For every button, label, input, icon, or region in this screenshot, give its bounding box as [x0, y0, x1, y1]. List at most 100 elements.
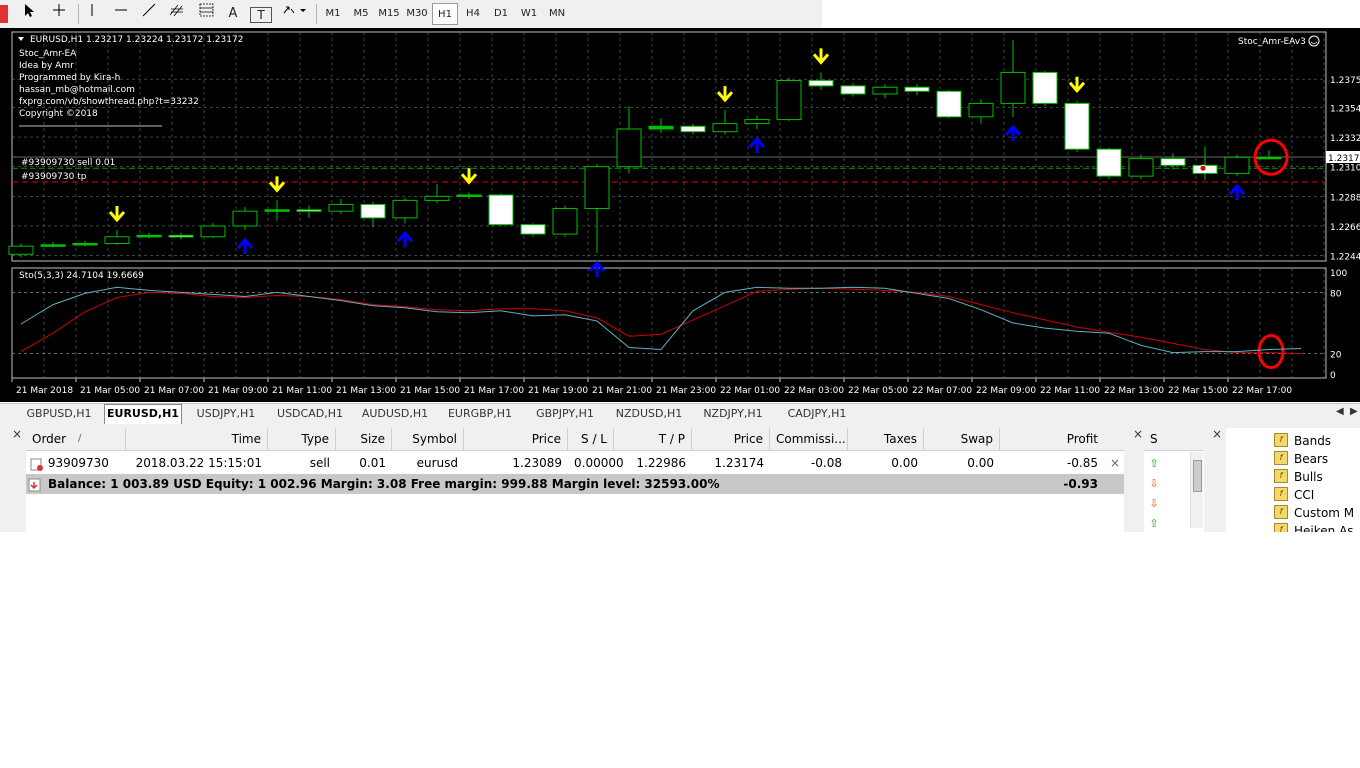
chart-tab-nzdusd-h1[interactable]: NZDUSD,H1	[610, 405, 688, 423]
symbol-header: EURUSD,H1 1.23217 1.23224 1.23172 1.2317…	[30, 35, 243, 45]
bullish-candle	[968, 102, 994, 118]
tp-cell[interactable]: 1.22986	[614, 453, 692, 473]
buy-signal-arrow-icon	[1004, 124, 1022, 141]
column-header-12[interactable]: Swap	[924, 428, 1000, 450]
sl-cell[interactable]: 0.00000	[568, 453, 624, 473]
bullish-candle	[8, 245, 34, 255]
bearish-candle	[1160, 158, 1186, 166]
cursor-tool-button[interactable]	[18, 3, 40, 25]
column-header-13[interactable]: Profit	[1000, 428, 1124, 450]
timeframe-m5-button[interactable]: M5	[348, 3, 374, 25]
signals-scrollbar[interactable]	[1190, 452, 1203, 528]
size-cell: 0.01	[359, 456, 386, 470]
bearish-candle	[1032, 71, 1058, 104]
timeframe-w1-button[interactable]: W1	[516, 3, 542, 25]
column-header-0[interactable]: Order	[26, 428, 72, 450]
chart-window[interactable]: 1.23750 1.23540 1.23320 1.23100 1.22880 1.226…	[0, 28, 1360, 402]
equidistant-channel-tool-button[interactable]	[166, 3, 188, 25]
chart-tab-usdjpy-h1[interactable]: USDJPY,H1	[188, 405, 264, 423]
timeframe-m1-button[interactable]: M1	[320, 3, 346, 25]
buy-signal-arrow-icon	[236, 237, 254, 255]
time-axis-label: 21 Mar 09:00	[208, 386, 268, 396]
time-axis-label: 21 Mar 23:00	[656, 386, 716, 396]
fibonacci-tool-button[interactable]	[196, 3, 218, 25]
time-cell: 2018.03.22 15:15:01	[135, 456, 262, 470]
balance-row: Balance: 1 003.89 USD Equity: 1 002.96 M…	[26, 474, 1124, 494]
table-row[interactable]: 93909730 2018.03.22 15:15:01 sell 0.01 e…	[26, 453, 1124, 473]
bearish-candle	[488, 194, 514, 226]
price-axis-label: 1.23100	[1330, 164, 1360, 174]
bullish-candle	[616, 128, 642, 168]
time-axis-label: 21 Mar 11:00	[272, 386, 332, 396]
current-price-label: 1.23172	[1328, 154, 1360, 164]
column-header-1[interactable]: /	[72, 428, 126, 450]
column-header-5[interactable]: Symbol	[392, 428, 464, 450]
column-header-4[interactable]: Size	[336, 428, 392, 450]
bullish-candle	[872, 86, 898, 95]
scrollbar-thumb[interactable]	[1193, 460, 1202, 492]
bullish-candle	[264, 209, 290, 212]
arrows-tool-button[interactable]	[280, 3, 310, 25]
navigator-item-bands[interactable]: f Bands	[1272, 432, 1331, 450]
chart-toolbar: A T M1 M5 M15 M30 H1 H4 D1 W1 MN	[0, 0, 822, 29]
total-profit: -0.93	[1063, 477, 1098, 491]
navigator-item-heiken-as[interactable]: f Heiken As	[1272, 522, 1354, 532]
bullish-candle	[1256, 156, 1282, 160]
bullish-candle	[712, 123, 738, 133]
time-axis-label: 22 Mar 13:00	[1104, 386, 1164, 396]
chart-tab-eurusd-h1[interactable]: EURUSD,H1	[104, 404, 182, 424]
chart-tab-cadjpy-h1[interactable]: CADJPY,H1	[778, 405, 856, 423]
column-header-11[interactable]: Taxes	[848, 428, 924, 450]
text-label-tool-button[interactable]: T	[250, 7, 272, 23]
timeframe-m15-button[interactable]: M15	[376, 3, 402, 25]
bearish-candle	[1096, 148, 1122, 177]
navigator-item-cci[interactable]: f CCI	[1272, 486, 1314, 504]
column-header-2[interactable]: Time	[126, 428, 268, 450]
bearish-candle	[296, 209, 322, 212]
navigator-item-bears[interactable]: f Bears	[1272, 450, 1328, 468]
text-tool-button[interactable]: A	[224, 3, 242, 25]
column-header-8[interactable]: T / P	[614, 428, 692, 450]
bullish-candle	[136, 234, 162, 238]
sell-signal-arrow-icon	[812, 48, 830, 65]
navigator-item-bulls[interactable]: f Bulls	[1272, 468, 1323, 486]
chart-tab-audusd-h1[interactable]: AUDUSD,H1	[356, 405, 434, 423]
sell-signal-arrow-icon	[460, 168, 478, 185]
arrow-down-orange-icon: ⇩	[1149, 477, 1159, 490]
timeframe-h1-button[interactable]: H1	[432, 3, 458, 25]
column-header-7[interactable]: S / L	[568, 428, 614, 450]
taxes-cell: 0.00	[891, 456, 918, 470]
column-header-3[interactable]: Type	[268, 428, 336, 450]
chart-tab-nzdjpy-h1[interactable]: NZDJPY,H1	[694, 405, 772, 423]
terminal-close-icon[interactable]: ×	[12, 427, 22, 441]
crosshair-tool-button[interactable]	[48, 3, 70, 25]
chart-tab-eurgbp-h1[interactable]: EURGBP,H1	[440, 405, 520, 423]
tabs-scroll-left-icon[interactable]: ◀	[1336, 406, 1344, 417]
horizontal-line-tool-button[interactable]	[110, 3, 132, 25]
order-entry-marker	[1199, 164, 1207, 172]
trendline-tool-button[interactable]	[138, 3, 160, 25]
timeframe-mn-button[interactable]: MN	[544, 3, 570, 25]
chart-canvas[interactable]: 1.23750 1.23540 1.23320 1.23100 1.22880 1.226…	[0, 28, 1360, 402]
column-header-9[interactable]: Price	[692, 428, 770, 450]
chart-tab-usdcad-h1[interactable]: USDCAD,H1	[270, 405, 350, 423]
time-axis-label: 22 Mar 11:00	[1040, 386, 1100, 396]
signals-close-icon[interactable]: ×	[1133, 427, 1143, 441]
tabs-scroll-right-icon[interactable]: ▶	[1350, 406, 1358, 417]
navigator-close-icon[interactable]: ×	[1212, 427, 1222, 441]
time-axis-label: 21 Mar 07:00	[144, 386, 204, 396]
chart-tab-gbpjpy-h1[interactable]: GBPJPY,H1	[526, 405, 604, 423]
timeframe-d1-button[interactable]: D1	[488, 3, 514, 25]
navigator-item-custom-m[interactable]: f Custom M	[1272, 504, 1354, 522]
timeframe-m30-button[interactable]: M30	[404, 3, 430, 25]
bullish-candle	[552, 207, 578, 235]
chart-tab-gbpusd-h1[interactable]: GBPUSD,H1	[20, 405, 98, 423]
timeframe-h4-button[interactable]: H4	[460, 3, 486, 25]
ea-name-label: Stoc_Amr-EAv3	[1238, 37, 1306, 47]
swap-cell: 0.00	[967, 456, 994, 470]
close-order-icon[interactable]: ×	[1104, 453, 1124, 473]
column-header-6[interactable]: Price	[464, 428, 568, 450]
vertical-line-tool-button[interactable]	[84, 3, 100, 25]
time-axis-label: 21 Mar 17:00	[464, 386, 524, 396]
column-header-10[interactable]: Commissi...	[770, 428, 848, 450]
